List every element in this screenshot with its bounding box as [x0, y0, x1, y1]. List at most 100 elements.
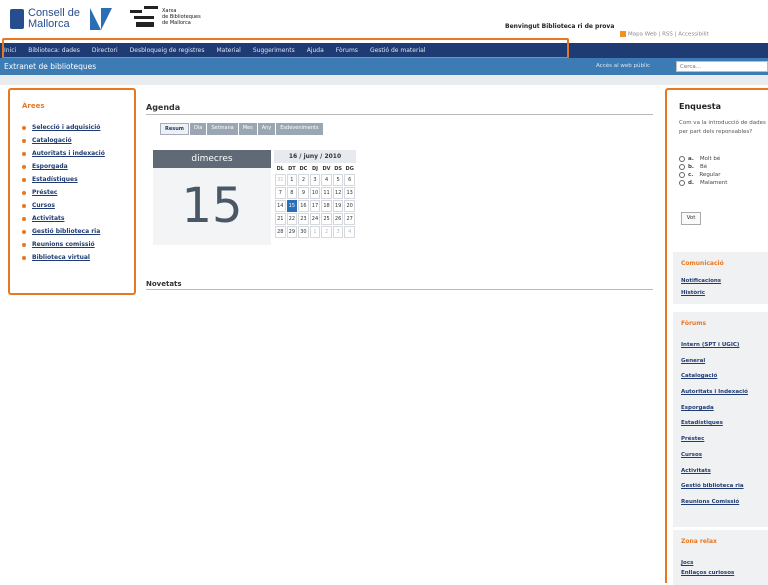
area-item[interactable]: Selecció i adquisició [22, 124, 105, 131]
calendar-day[interactable]: 16 [298, 200, 309, 212]
forum-link[interactable]: Reunions Comissió [681, 499, 739, 505]
calendar-day[interactable]: 23 [298, 213, 309, 225]
calendar-day[interactable]: 1 [309, 226, 321, 238]
forum-item[interactable]: Estadístiques [681, 420, 748, 426]
calendar-day[interactable]: 5 [332, 174, 344, 186]
forum-link[interactable]: Estadístiques [681, 420, 723, 426]
calendar-day[interactable]: 1 [286, 174, 298, 186]
calendar-day[interactable]: 14 [275, 200, 286, 212]
area-link[interactable]: Esporgada [32, 163, 68, 170]
calendar-day[interactable]: 24 [309, 213, 321, 225]
forum-item[interactable]: General [681, 358, 748, 364]
calendar-day[interactable]: 4 [321, 174, 332, 186]
radio-icon[interactable] [679, 180, 685, 186]
calendar-day[interactable]: 13 [344, 187, 355, 199]
tab-resum[interactable]: Resum [160, 123, 189, 135]
area-item[interactable]: Autoritats i indexació [22, 150, 105, 157]
area-item[interactable]: Esporgada [22, 163, 105, 170]
forum-item[interactable]: Autoritats i Indexació [681, 389, 748, 395]
area-link[interactable]: Estadístiques [32, 176, 78, 183]
calendar-day[interactable]: 27 [344, 213, 355, 225]
area-item[interactable]: Biblioteca virtual [22, 254, 105, 261]
area-link[interactable]: Selecció i adquisició [32, 124, 100, 131]
historic-link[interactable]: Històric [681, 290, 705, 296]
forum-item[interactable]: Reunions Comissió [681, 499, 748, 505]
forum-item[interactable]: Cursos [681, 452, 748, 458]
calendar-day[interactable]: 6 [344, 174, 355, 186]
calendar-day[interactable]: 3 [332, 226, 344, 238]
radio-icon[interactable] [679, 172, 685, 178]
calendar-day[interactable]: 31 [275, 174, 286, 186]
area-link[interactable]: Activitats [32, 215, 64, 222]
forum-item[interactable]: Activitats [681, 468, 748, 474]
relax-item[interactable]: Enllaços curiosos [681, 570, 734, 576]
top-links-text[interactable]: Mapa Web | RSS | Accessibilit [628, 32, 709, 38]
jocs-link[interactable]: Jocs [681, 560, 693, 566]
calendar-day[interactable]: 7 [275, 187, 286, 199]
forum-link[interactable]: Cursos [681, 452, 702, 458]
consell-de-mallorca-logo[interactable]: Consell de Mallorca [10, 8, 112, 30]
xarxa-biblioteques-logo[interactable]: Xarxa de Biblioteques de Mallorca [130, 6, 201, 28]
radio-icon[interactable] [679, 164, 685, 170]
calendar-day[interactable]: 25 [321, 213, 332, 225]
calendar-day[interactable]: 18 [321, 200, 332, 212]
calendar-day[interactable]: 29 [286, 226, 298, 238]
public-web-link[interactable]: Accés al web públic [596, 63, 650, 69]
search-input[interactable] [676, 61, 768, 72]
area-item[interactable]: Activitats [22, 215, 105, 222]
area-link[interactable]: Catalogació [32, 137, 72, 144]
forum-item[interactable]: Préstec [681, 436, 748, 442]
area-item[interactable]: Reunions comissió [22, 241, 105, 248]
list-item[interactable]: Notificacions [681, 278, 721, 284]
tab-mes[interactable]: Mes [238, 123, 257, 135]
calendar-day[interactable]: 28 [275, 226, 286, 238]
list-item[interactable]: Històric [681, 290, 721, 296]
forum-item[interactable]: Intern (SPT i UGIC) [681, 342, 748, 348]
calendar-day[interactable]: 8 [286, 187, 298, 199]
area-item[interactable]: Préstec [22, 189, 105, 196]
area-link[interactable]: Cursos [32, 202, 55, 209]
forum-link[interactable]: Autoritats i Indexació [681, 389, 748, 395]
vote-button[interactable]: Vot [681, 212, 701, 225]
tab-setmana[interactable]: Setmana [207, 123, 238, 135]
area-link[interactable]: Biblioteca virtual [32, 254, 90, 261]
forum-item[interactable]: Catalogació [681, 373, 748, 379]
area-item[interactable]: Estadístiques [22, 176, 105, 183]
forum-link[interactable]: Intern (SPT i UGIC) [681, 342, 739, 348]
calendar-day[interactable]: 12 [332, 187, 344, 199]
calendar-day[interactable]: 2 [321, 226, 332, 238]
forum-link[interactable]: Esporgada [681, 405, 714, 411]
calendar-day[interactable]: 20 [344, 200, 355, 212]
calendar-day[interactable]: 11 [321, 187, 332, 199]
notificacions-link[interactable]: Notificacions [681, 278, 721, 284]
poll-option[interactable]: d. Malament [679, 180, 727, 186]
calendar-day-today[interactable]: 15 [286, 200, 298, 212]
area-link[interactable]: Préstec [32, 189, 58, 196]
enllacos-link[interactable]: Enllaços curiosos [681, 570, 734, 576]
calendar-day[interactable]: 21 [275, 213, 286, 225]
calendar-day[interactable]: 4 [344, 226, 355, 238]
area-link[interactable]: Reunions comissió [32, 241, 95, 248]
area-link[interactable]: Gestió biblioteca ria [32, 228, 100, 235]
poll-option[interactable]: c. Regular [679, 172, 727, 178]
forum-link[interactable]: General [681, 358, 705, 364]
relax-item[interactable]: Jocs [681, 560, 734, 566]
calendar-day[interactable]: 3 [309, 174, 321, 186]
forum-link[interactable]: Activitats [681, 468, 711, 474]
calendar-day[interactable]: 17 [309, 200, 321, 212]
calendar-day[interactable]: 2 [298, 174, 309, 186]
poll-option[interactable]: a. Molt bé [679, 156, 727, 162]
calendar-day[interactable]: 26 [332, 213, 344, 225]
forum-link[interactable]: Catalogació [681, 373, 717, 379]
forum-link[interactable]: Gestió biblioteca ria [681, 483, 744, 489]
area-item[interactable]: Gestió biblioteca ria [22, 228, 105, 235]
radio-icon[interactable] [679, 156, 685, 162]
forum-item[interactable]: Esporgada [681, 405, 748, 411]
tab-any[interactable]: Any [257, 123, 276, 135]
area-link[interactable]: Autoritats i indexació [32, 150, 105, 157]
calendar-day[interactable]: 22 [286, 213, 298, 225]
top-links[interactable]: Mapa Web | RSS | Accessibilit [620, 31, 709, 38]
poll-option[interactable]: b. Bé [679, 164, 727, 170]
area-item[interactable]: Catalogació [22, 137, 105, 144]
forum-item[interactable]: Gestió biblioteca ria [681, 483, 748, 489]
